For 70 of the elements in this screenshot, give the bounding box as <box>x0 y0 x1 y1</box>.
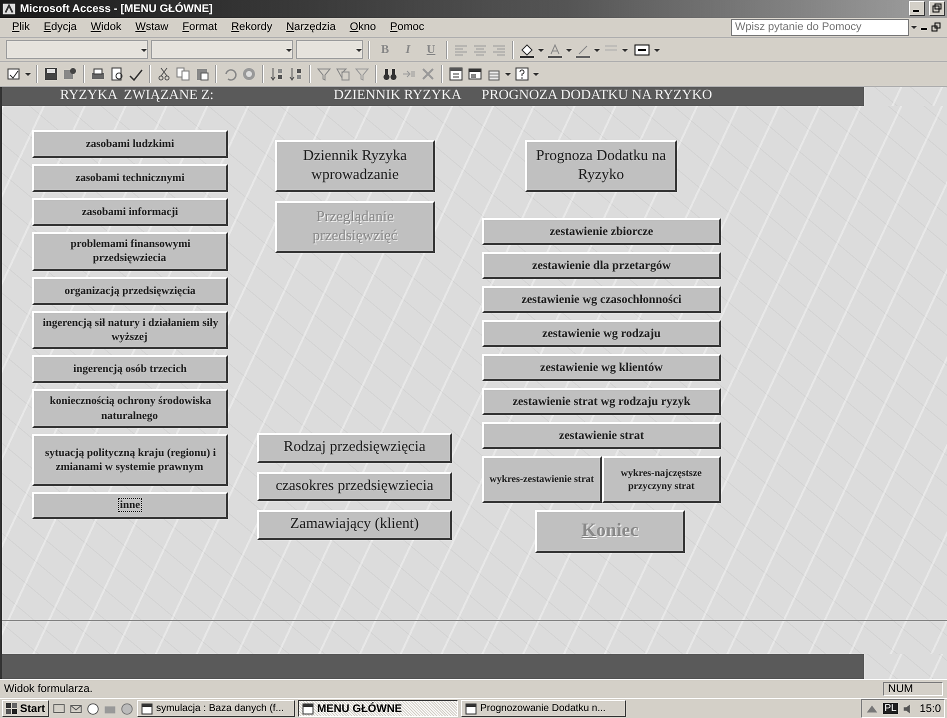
menu-item[interactable]: Narzędzia <box>280 19 342 36</box>
font-color-icon[interactable] <box>547 42 563 58</box>
project-button[interactable]: Rodzaj przedsięwzięcia <box>257 433 452 463</box>
menu-item[interactable]: Wstaw <box>129 19 174 36</box>
help-search-field[interactable]: Wpisz pytanie do Pomocy <box>731 18 909 36</box>
menu-item[interactable]: Plik <box>6 19 36 36</box>
category-button[interactable]: koniecznością ochrony środowiska naturalnego <box>32 389 228 428</box>
sort-ascending-icon[interactable] <box>269 66 285 82</box>
project-button[interactable]: Zamawiający (klient) <box>257 510 452 540</box>
print-preview-icon[interactable] <box>109 66 125 82</box>
report-button[interactable]: zestawienie strat wg rodzaju ryzyk <box>482 388 721 416</box>
num-lock-indicator: NUM <box>883 682 943 696</box>
menu-item[interactable]: Rekordy <box>225 19 278 36</box>
category-button[interactable]: ingerencją osób trzecich <box>32 355 228 384</box>
menu-item[interactable]: Okno <box>344 19 382 36</box>
help-icon[interactable] <box>514 66 530 82</box>
menu-item[interactable]: Pomoc <box>384 19 430 36</box>
save-icon[interactable] <box>43 66 59 82</box>
section-heading: DZIENNIK RYZYKA <box>334 88 462 104</box>
start-button[interactable]: Start <box>2 700 50 717</box>
minimize-icon[interactable] <box>909 1 925 16</box>
menu-item[interactable]: Edycja <box>38 19 83 36</box>
cut-icon[interactable] <box>156 66 172 82</box>
design-view-icon[interactable] <box>6 66 22 82</box>
fill-color-icon[interactable] <box>519 42 535 58</box>
status-text: Widok formularza. <box>4 682 94 695</box>
window-title: Microsoft Access - [MENU GŁÓWNE] <box>20 2 214 15</box>
chart-button[interactable]: wykres-najczęstsze przyczyny strat <box>602 456 721 504</box>
language-indicator[interactable]: PL <box>883 703 898 714</box>
category-button[interactable]: sytuacją polityczną kraju (regionu) i zmianami w systemie prawnym <box>32 434 228 486</box>
window-icon <box>141 702 154 714</box>
section-heading: RYZYKA ZWIĄZANE Z: <box>60 88 214 104</box>
windows-logo-icon <box>6 702 18 714</box>
clock-icon[interactable] <box>86 702 100 716</box>
database-window-icon[interactable] <box>467 66 483 82</box>
taskbar-task[interactable]: Prognozowanie Dodatku n... <box>461 700 626 717</box>
menu-item[interactable]: Format <box>176 19 224 36</box>
menu-item[interactable]: Widok <box>84 19 128 36</box>
taskbar-task[interactable]: MENU GŁÓWNE <box>298 700 458 717</box>
restore-icon[interactable] <box>931 22 941 32</box>
category-button[interactable]: organizacją przedsięwzięcia <box>32 276 228 305</box>
journal-button[interactable]: Dziennik Ryzyka wprowadzanie <box>275 140 435 192</box>
report-button[interactable]: zestawienie dla przetargów <box>482 252 721 280</box>
forecast-button[interactable]: Prognoza Dodatku na Ryzyko <box>525 140 677 192</box>
app-icon <box>2 2 16 16</box>
category-button[interactable]: problemami finansowymi przedsięwziecia <box>32 232 228 271</box>
category-button[interactable]: zasobami technicznymi <box>32 164 228 192</box>
category-button[interactable]: inne <box>32 492 228 519</box>
section-heading: PROGNOZA DODATKU NA RYZYKO <box>482 88 712 104</box>
report-button[interactable]: zestawienie wg rodzaju <box>482 320 721 348</box>
sort-descending-icon[interactable] <box>288 66 304 82</box>
category-button[interactable]: ingerencją sił natury i działaniem siły wyższej <box>32 310 228 350</box>
properties-icon[interactable] <box>448 66 464 82</box>
project-button[interactable]: czasokres przedsięwziecia <box>257 472 452 502</box>
window-icon <box>465 702 478 714</box>
clock: 15:0 <box>920 702 941 714</box>
taskbar-task[interactable]: symulacja : Baza danych (f... <box>137 700 296 717</box>
chart-button[interactable]: wykres-zestawienie strat <box>482 456 602 504</box>
report-button[interactable]: zestawienie wg czasochłonności <box>482 286 721 314</box>
category-button[interactable]: zasobami ludzkimi <box>32 130 228 158</box>
paste-icon[interactable] <box>194 66 210 82</box>
category-button[interactable]: zasobami informacji <box>32 198 228 226</box>
report-button[interactable]: zestawienie wg klientów <box>482 354 721 382</box>
restore-icon[interactable] <box>929 1 945 16</box>
copy-icon[interactable] <box>175 66 191 82</box>
report-button[interactable]: zestawienie strat <box>482 422 721 450</box>
window-icon <box>302 702 314 714</box>
binoculars-icon[interactable] <box>382 66 398 82</box>
desktop-icon[interactable] <box>52 702 66 716</box>
report-button[interactable]: zestawienie zbiorcze <box>482 218 721 246</box>
